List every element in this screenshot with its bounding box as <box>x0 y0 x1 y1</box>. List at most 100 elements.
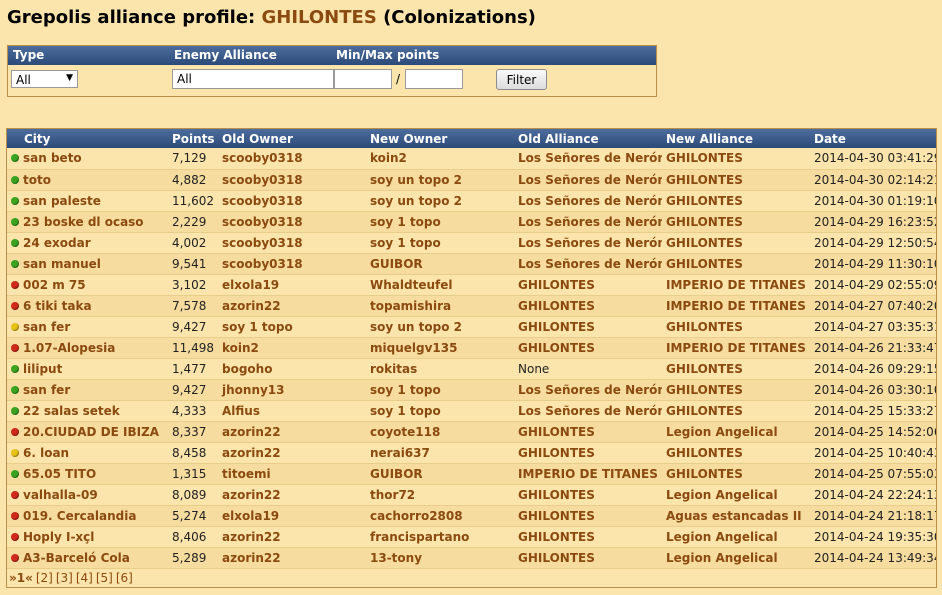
city-link[interactable]: 20.CIUDAD DE IBIZA <box>23 425 159 439</box>
new-owner-link[interactable]: koin2 <box>370 151 407 165</box>
old-alliance-link[interactable]: GHILONTES <box>518 341 595 355</box>
new-owner-link[interactable]: soy 1 topo <box>370 215 441 229</box>
city-link[interactable]: san beto <box>23 151 82 165</box>
old-alliance-link[interactable]: GHILONTES <box>518 425 595 439</box>
old-alliance-link[interactable]: Los Señores de Nerón <box>518 257 662 271</box>
city-link[interactable]: Hoply I-xçl <box>23 530 94 544</box>
old-alliance-link[interactable]: GHILONTES <box>518 551 595 565</box>
city-link[interactable]: san manuel <box>23 257 101 271</box>
min-points-input[interactable] <box>334 69 392 89</box>
column-header-new-alliance[interactable]: New Alliance <box>662 129 810 148</box>
city-link[interactable]: 002 m 75 <box>23 278 86 292</box>
old-alliance-link[interactable]: Los Señores de Nerón <box>518 173 662 187</box>
city-link[interactable]: 6 tiki taka <box>23 299 92 313</box>
city-link[interactable]: liliput <box>23 362 62 376</box>
new-alliance-link[interactable]: IMPERIO DE TITANES <box>666 341 806 355</box>
new-owner-link[interactable]: nerai637 <box>370 446 430 460</box>
old-owner-link[interactable]: azorin22 <box>222 488 281 502</box>
type-select[interactable]: All ▼ <box>11 70 78 88</box>
old-owner-link[interactable]: titoemi <box>222 467 271 481</box>
city-link[interactable]: san paleste <box>23 194 101 208</box>
new-owner-link[interactable]: soy un topo 2 <box>370 320 462 334</box>
old-alliance-link[interactable]: GHILONTES <box>518 299 595 313</box>
old-alliance-link[interactable]: GHILONTES <box>518 446 595 460</box>
new-alliance-link[interactable]: Legion Angelical <box>666 425 778 439</box>
city-link[interactable]: 1.07-Alopesia <box>23 341 115 355</box>
old-owner-link[interactable]: Alfius <box>222 404 260 418</box>
old-owner-link[interactable]: koin2 <box>222 341 259 355</box>
old-alliance-link[interactable]: GHILONTES <box>518 509 595 523</box>
pagination-page-link[interactable]: [3] <box>56 571 73 585</box>
new-alliance-link[interactable]: Legion Angelical <box>666 530 778 544</box>
new-alliance-link[interactable]: GHILONTES <box>666 194 743 208</box>
new-owner-link[interactable]: topamishira <box>370 299 451 313</box>
city-link[interactable]: 019. Cercalandia <box>23 509 136 523</box>
new-owner-link[interactable]: GUIBOR <box>370 257 423 271</box>
city-link[interactable]: 65.05 TITO <box>23 467 96 481</box>
old-alliance-link[interactable]: GHILONTES <box>518 488 595 502</box>
old-owner-link[interactable]: elxola19 <box>222 509 279 523</box>
new-alliance-link[interactable]: IMPERIO DE TITANES <box>666 278 806 292</box>
old-owner-link[interactable]: azorin22 <box>222 551 281 565</box>
new-alliance-link[interactable]: Legion Angelical <box>666 488 778 502</box>
city-link[interactable]: valhalla-09 <box>23 488 98 502</box>
city-link[interactable]: toto <box>23 173 51 187</box>
city-link[interactable]: san fer <box>23 383 70 397</box>
old-owner-link[interactable]: scooby0318 <box>222 151 303 165</box>
new-owner-link[interactable]: soy 1 topo <box>370 404 441 418</box>
title-alliance-name[interactable]: GHILONTES <box>262 7 377 28</box>
old-owner-link[interactable]: elxola19 <box>222 278 279 292</box>
new-alliance-link[interactable]: GHILONTES <box>666 320 743 334</box>
new-alliance-link[interactable]: GHILONTES <box>666 257 743 271</box>
new-alliance-link[interactable]: GHILONTES <box>666 404 743 418</box>
new-owner-link[interactable]: coyote118 <box>370 425 440 439</box>
column-header-city[interactable]: City <box>7 129 168 148</box>
new-alliance-link[interactable]: GHILONTES <box>666 383 743 397</box>
old-alliance-link[interactable]: GHILONTES <box>518 320 595 334</box>
old-owner-link[interactable]: scooby0318 <box>222 194 303 208</box>
new-alliance-link[interactable]: Aguas estancadas II <box>666 509 802 523</box>
old-owner-link[interactable]: scooby0318 <box>222 236 303 250</box>
old-alliance-link[interactable]: Los Señores de Nerón <box>518 194 662 208</box>
new-alliance-link[interactable]: GHILONTES <box>666 446 743 460</box>
old-alliance-link[interactable]: IMPERIO DE TITANES <box>518 467 658 481</box>
old-owner-link[interactable]: azorin22 <box>222 425 281 439</box>
old-owner-link[interactable]: azorin22 <box>222 446 281 460</box>
old-owner-link[interactable]: azorin22 <box>222 299 281 313</box>
city-link[interactable]: 22 salas setek <box>23 404 120 418</box>
city-link[interactable]: 24 exodar <box>23 236 91 250</box>
old-alliance-link[interactable]: Los Señores de Nerón <box>518 404 662 418</box>
old-owner-link[interactable]: scooby0318 <box>222 215 303 229</box>
new-alliance-link[interactable]: GHILONTES <box>666 362 743 376</box>
old-alliance-link[interactable]: GHILONTES <box>518 530 595 544</box>
old-owner-link[interactable]: scooby0318 <box>222 173 303 187</box>
old-owner-link[interactable]: scooby0318 <box>222 257 303 271</box>
new-alliance-link[interactable]: GHILONTES <box>666 236 743 250</box>
new-alliance-link[interactable]: GHILONTES <box>666 151 743 165</box>
new-alliance-link[interactable]: IMPERIO DE TITANES <box>666 299 806 313</box>
pagination-page-link[interactable]: [4] <box>76 571 93 585</box>
new-owner-link[interactable]: rokitas <box>370 362 417 376</box>
new-owner-link[interactable]: soy 1 topo <box>370 236 441 250</box>
column-header-points[interactable]: Points <box>168 129 218 148</box>
old-owner-link[interactable]: soy 1 topo <box>222 320 293 334</box>
pagination-page-link[interactable]: [2] <box>36 571 53 585</box>
new-owner-link[interactable]: GUIBOR <box>370 467 423 481</box>
new-alliance-link[interactable]: GHILONTES <box>666 173 743 187</box>
city-link[interactable]: A3-Barceló Cola <box>23 551 130 565</box>
city-link[interactable]: 6. loan <box>23 446 69 460</box>
new-owner-link[interactable]: miquelgv135 <box>370 341 457 355</box>
new-owner-link[interactable]: Whaldteufel <box>370 278 452 292</box>
new-owner-link[interactable]: thor72 <box>370 488 415 502</box>
column-header-old-owner[interactable]: Old Owner <box>218 129 366 148</box>
new-owner-link[interactable]: soy 1 topo <box>370 383 441 397</box>
new-alliance-link[interactable]: GHILONTES <box>666 215 743 229</box>
old-owner-link[interactable]: azorin22 <box>222 530 281 544</box>
max-points-input[interactable] <box>405 69 463 89</box>
city-link[interactable]: san fer <box>23 320 70 334</box>
old-alliance-link[interactable]: GHILONTES <box>518 278 595 292</box>
old-owner-link[interactable]: bogoho <box>222 362 272 376</box>
old-alliance-link[interactable]: Los Señores de Nerón <box>518 151 662 165</box>
new-alliance-link[interactable]: GHILONTES <box>666 467 743 481</box>
pagination-page-link[interactable]: [6] <box>116 571 133 585</box>
